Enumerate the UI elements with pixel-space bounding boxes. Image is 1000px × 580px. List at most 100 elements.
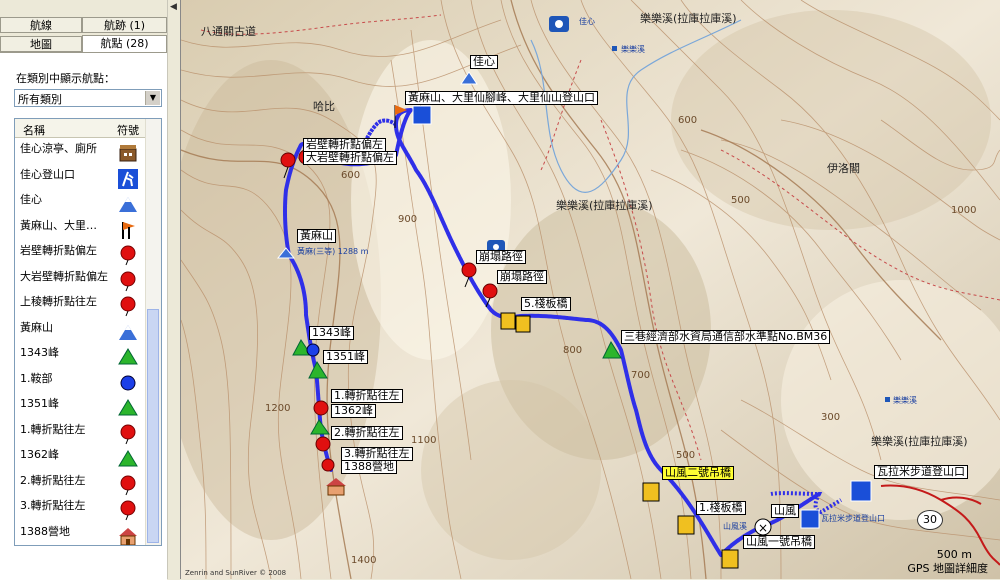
waypoint-label[interactable]: 1.轉折點往左 <box>331 389 403 403</box>
waypoint-name: 1388營地 <box>20 524 70 538</box>
map-canvas: × <box>181 0 1000 579</box>
list-item[interactable]: 上稜轉折點往左 <box>15 293 147 318</box>
red-pin-icon <box>117 244 139 266</box>
house-icon <box>117 525 139 545</box>
x-marker: × <box>754 518 772 536</box>
list-item[interactable]: 佳心涼亭、廁所 <box>15 140 147 165</box>
waypoint-label[interactable]: 山風 <box>771 504 799 518</box>
red-pin-marker <box>321 458 335 472</box>
collapse-arrow-icon[interactable]: ◀ <box>170 3 179 12</box>
waypoint-label[interactable]: 佳心 <box>470 55 498 69</box>
place-label: 伊洛閣 <box>827 162 860 175</box>
waypoint-label[interactable]: 岩壁轉折點偏左 <box>303 138 386 152</box>
waypoint-label: 山風溪 <box>723 522 747 531</box>
svg-text:×: × <box>758 521 768 535</box>
contour-label: 600 <box>678 115 698 126</box>
waypoint-name: 上稜轉折點往左 <box>20 295 97 308</box>
waypoint-label[interactable]: 1362峰 <box>331 404 376 418</box>
contour-label: 700 <box>631 370 651 381</box>
topo-map[interactable]: × 八通關古道 哈比 伊洛閣 樂樂溪(拉庫拉庫溪) 樂樂溪 樂樂溪(拉庫拉庫溪)… <box>181 0 1000 579</box>
list-item[interactable]: 佳心登山口 <box>15 166 147 191</box>
waypoint-label[interactable]: 3.轉折點往左 <box>341 447 413 461</box>
waypoint-name: 黃麻山 <box>20 320 53 334</box>
waypoint-label[interactable]: 三巷經濟部水資局通信部水準點No.BM36 <box>621 330 831 344</box>
place-label: 八通關古道 <box>201 25 256 38</box>
list-item[interactable]: 1362峰 <box>15 446 147 471</box>
waypoint-label: 黃麻(三等) 1288 m <box>297 247 369 256</box>
waypoint-name: 佳心 <box>20 193 42 206</box>
waypoint-label[interactable]: 大岩壁轉折點偏左 <box>303 151 397 165</box>
column-header-symbol[interactable]: 符號 <box>117 122 139 138</box>
waypoint-name: 大岩壁轉折點偏左 <box>20 269 108 283</box>
category-filter-value: 所有類別 <box>18 93 62 106</box>
contour-label: 500 <box>676 450 696 461</box>
list-item[interactable]: 1.鞍部 <box>15 370 147 395</box>
waypoint-name: 佳心涼亭、廁所 <box>20 142 97 155</box>
trailhead-marker <box>412 105 432 125</box>
road-number-badge: 30 <box>917 510 943 530</box>
green-summit-icon <box>117 346 139 368</box>
list-item[interactable]: 2.轉折點往左 <box>15 472 147 497</box>
column-header-name[interactable]: 名稱 <box>23 122 45 138</box>
list-item[interactable]: 佳心 <box>15 191 147 216</box>
map-copyright: Zenrin and SunRiver © 2008 <box>185 569 287 577</box>
place-label: 樂樂溪(拉庫拉庫溪) <box>871 435 968 448</box>
waypoint-name: 2.轉折點往左 <box>20 473 86 487</box>
list-item[interactable]: 大岩壁轉折點偏左 <box>15 268 147 293</box>
waypoint-name: 1362峰 <box>20 448 59 461</box>
contour-label: 500 <box>731 195 751 206</box>
waypoint-label[interactable]: 1.棧板橋 <box>696 501 746 515</box>
contour-label: 1200 <box>265 403 291 414</box>
waypoint-name: 1.鞍部 <box>20 371 53 385</box>
scrollbar-thumb[interactable] <box>147 309 159 543</box>
tab-maps[interactable]: 地圖 <box>0 36 82 52</box>
place-label: 樂樂溪(拉庫拉庫溪) <box>556 199 653 212</box>
waypoint-label[interactable]: 黃麻山 <box>297 229 336 243</box>
mountain-icon <box>117 193 139 215</box>
waypoint-label[interactable]: 山風二號吊橋 <box>662 466 734 480</box>
waypoint-name: 3.轉折點往左 <box>20 499 86 512</box>
list-item[interactable]: 黃麻山、大里… <box>15 217 147 242</box>
list-item[interactable]: 1388營地 <box>15 523 147 545</box>
green-summit-icon <box>117 397 139 419</box>
red-pin-icon <box>117 295 139 317</box>
category-filter-select[interactable]: 所有類別 ▼ <box>14 89 162 107</box>
contour-label: 1100 <box>411 435 437 446</box>
waypoint-label[interactable]: 1388營地 <box>341 460 397 474</box>
chevron-down-icon[interactable]: ▼ <box>145 91 160 105</box>
list-item[interactable]: 黃麻山 <box>15 319 147 344</box>
red-pin-marker <box>313 400 329 416</box>
trailhead-marker <box>850 480 872 502</box>
bridge-marker <box>515 315 531 333</box>
waypoint-name: 1351峰 <box>20 397 59 410</box>
waypoint-label[interactable]: 崩塌路徑 <box>476 250 526 264</box>
waypoint-label[interactable]: 2.轉折點往左 <box>331 426 403 440</box>
small-square <box>885 397 890 402</box>
trailhead-marker <box>800 509 820 529</box>
waypoint-label[interactable]: 1343峰 <box>309 326 354 340</box>
waypoint-label[interactable]: 崩塌路徑 <box>497 270 547 284</box>
waypoint-label[interactable]: 瓦拉米步道登山口 <box>874 465 968 479</box>
list-item[interactable]: 1351峰 <box>15 395 147 420</box>
tab-routes[interactable]: 航線 <box>0 17 82 33</box>
place-label: 佳心 <box>579 17 595 26</box>
list-item[interactable]: 1.轉折點往左 <box>15 421 147 446</box>
waypoint-label[interactable]: 5.棧板橋 <box>521 297 571 311</box>
waypoint-label[interactable]: 山風一號吊橋 <box>743 535 815 549</box>
list-item[interactable]: 1343峰 <box>15 344 147 369</box>
mountain-icon <box>117 321 139 343</box>
place-label: 哈比 <box>313 100 335 113</box>
waypoint-label[interactable]: 1351峰 <box>323 350 368 364</box>
flags-icon <box>117 219 139 241</box>
tab-tracks[interactable]: 航跡 (1) <box>82 17 167 33</box>
list-scrollbar[interactable] <box>145 119 161 545</box>
red-pin-icon <box>117 499 139 521</box>
waypoint-name: 黃麻山、大里… <box>20 218 97 232</box>
list-item[interactable]: 岩壁轉折點偏左 <box>15 242 147 267</box>
panel-splitter[interactable]: ◀ <box>167 0 181 579</box>
waypoint-list[interactable]: 名稱 符號 佳心涼亭、廁所佳心登山口佳心黃麻山、大里… 岩壁轉折點偏左大岩壁轉折點… <box>14 118 162 546</box>
list-item[interactable]: 3.轉折點往左 <box>15 497 147 522</box>
contour-label: 600 <box>341 170 361 181</box>
tab-waypoints[interactable]: 航點 (28) <box>82 35 167 53</box>
waypoint-label[interactable]: 黃麻山、大里仙腳峰、大里仙山登山口 <box>405 91 598 105</box>
